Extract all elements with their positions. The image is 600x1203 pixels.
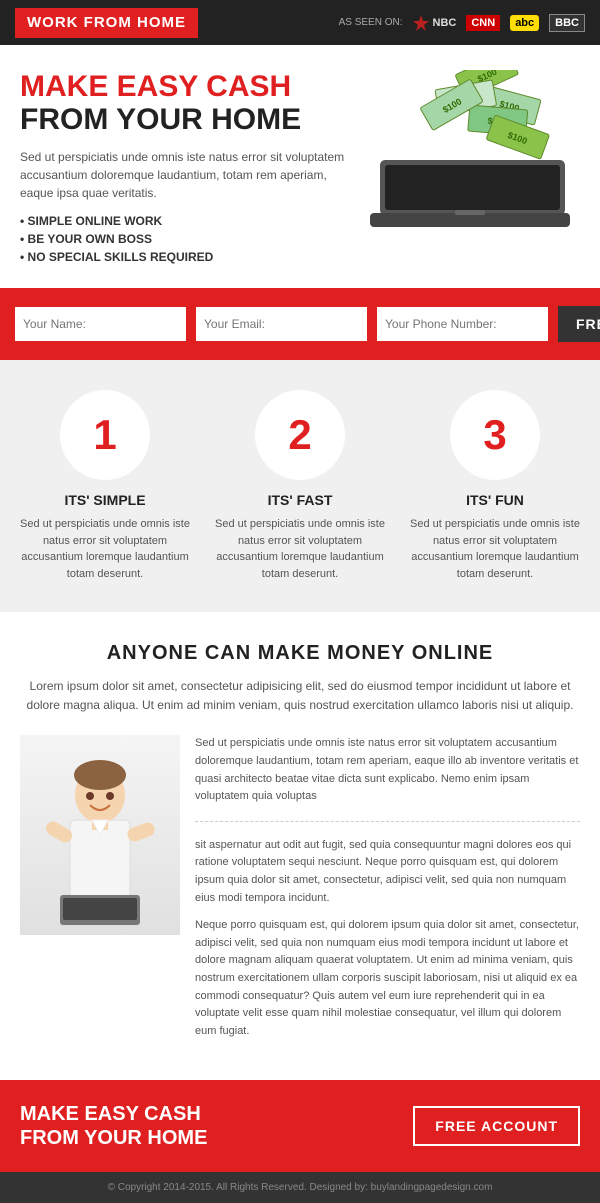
- step-desc-3: Sed ut perspiciatis unde omnis iste natu…: [405, 516, 585, 582]
- step-number-1: 1: [93, 411, 116, 459]
- anyone-photo: [20, 735, 180, 1050]
- logo-text: WORK FROM HOME: [27, 14, 186, 31]
- hero-bullet: NO SPECIAL SKILLS REQUIRED: [20, 250, 360, 264]
- logo-box: WORK FROM HOME: [15, 8, 198, 38]
- bottom-cta-section: MAKE EASY CASH FROM YOUR HOME FREE ACCOU…: [0, 1080, 600, 1172]
- laptop-money-illustration: $100 $100 $100 $100 $100 $100: [365, 70, 575, 235]
- step-desc-1: Sed ut perspiciatis unde omnis iste natu…: [15, 516, 195, 582]
- anyone-intro: Lorem ipsum dolor sit amet, consectetur …: [20, 677, 580, 715]
- free-account-button[interactable]: FREE ACCOUNT: [558, 306, 600, 342]
- hero-image: $100 $100 $100 $100 $100 $100: [360, 70, 580, 235]
- step-title-3: ITS' FUN: [405, 492, 585, 508]
- anyone-para-1: Sed ut perspiciatis unde omnis iste natu…: [195, 735, 580, 805]
- step-circle-2: 2: [255, 390, 345, 480]
- bbc-badge: BBC: [549, 14, 585, 32]
- step-desc-2: Sed ut perspiciatis unde omnis iste natu…: [210, 516, 390, 582]
- anyone-section: ANYONE CAN MAKE MONEY ONLINE Lorem ipsum…: [0, 612, 600, 1080]
- hero-title-red: MAKE EASY CASH: [20, 70, 360, 103]
- bottom-free-account-button[interactable]: FREE ACCOUNT: [413, 1106, 580, 1146]
- hero-title-black: FROM YOUR HOME: [20, 103, 360, 136]
- header: WORK FROM HOME AS SEEN ON: NBC CNN abc B…: [0, 0, 600, 45]
- anyone-content: Sed ut perspiciatis unde omnis iste natu…: [20, 735, 580, 1050]
- as-seen-on-label: AS SEEN ON:: [339, 17, 403, 28]
- hero-bullet: SIMPLE ONLINE WORK: [20, 214, 360, 228]
- cta-bar: FREE ACCOUNT: [0, 288, 600, 360]
- hero-text-area: MAKE EASY CASH FROM YOUR HOME Sed ut per…: [20, 70, 360, 268]
- steps-section: 1 ITS' SIMPLE Sed ut perspiciatis unde o…: [0, 360, 600, 612]
- anyone-para-2: sit aspernatur aut odit aut fugit, sed q…: [195, 837, 580, 907]
- step-circle-1: 1: [60, 390, 150, 480]
- bottom-cta-text: MAKE EASY CASH FROM YOUR HOME: [20, 1102, 207, 1150]
- phone-input[interactable]: [377, 307, 548, 341]
- footer: © Copyright 2014-2015. All Rights Reserv…: [0, 1172, 600, 1203]
- anyone-text-area: Sed ut perspiciatis unde omnis iste natu…: [195, 735, 580, 1050]
- name-input[interactable]: [15, 307, 186, 341]
- footer-text: © Copyright 2014-2015. All Rights Reserv…: [15, 1182, 585, 1193]
- hero-bullets: SIMPLE ONLINE WORK BE YOUR OWN BOSS NO SPE…: [20, 214, 360, 264]
- step-3: 3 ITS' FUN Sed ut perspiciatis unde omni…: [405, 390, 585, 582]
- network-logos: NBC CNN abc BBC: [411, 13, 586, 33]
- nbc-icon: NBC: [411, 13, 457, 33]
- cnn-badge: CNN: [466, 15, 500, 31]
- step-1: 1 ITS' SIMPLE Sed ut perspiciatis unde o…: [15, 390, 195, 582]
- anyone-para-3: Neque porro quisquam est, qui dolorem ip…: [195, 917, 580, 1040]
- hero-bullet: BE YOUR OWN BOSS: [20, 232, 360, 246]
- step-title-1: ITS' SIMPLE: [15, 492, 195, 508]
- anyone-title: ANYONE CAN MAKE MONEY ONLINE: [20, 642, 580, 665]
- email-input[interactable]: [196, 307, 367, 341]
- step-title-2: ITS' FAST: [210, 492, 390, 508]
- photo-placeholder: [20, 735, 180, 935]
- step-circle-3: 3: [450, 390, 540, 480]
- step-2: 2 ITS' FAST Sed ut perspiciatis unde omn…: [210, 390, 390, 582]
- hero-section: MAKE EASY CASH FROM YOUR HOME Sed ut per…: [0, 45, 600, 288]
- hero-description: Sed ut perspiciatis unde omnis iste natu…: [20, 148, 360, 202]
- step-number-3: 3: [483, 411, 506, 459]
- step-number-2: 2: [288, 411, 311, 459]
- abc-badge: abc: [510, 15, 539, 31]
- person-illustration: [40, 740, 160, 930]
